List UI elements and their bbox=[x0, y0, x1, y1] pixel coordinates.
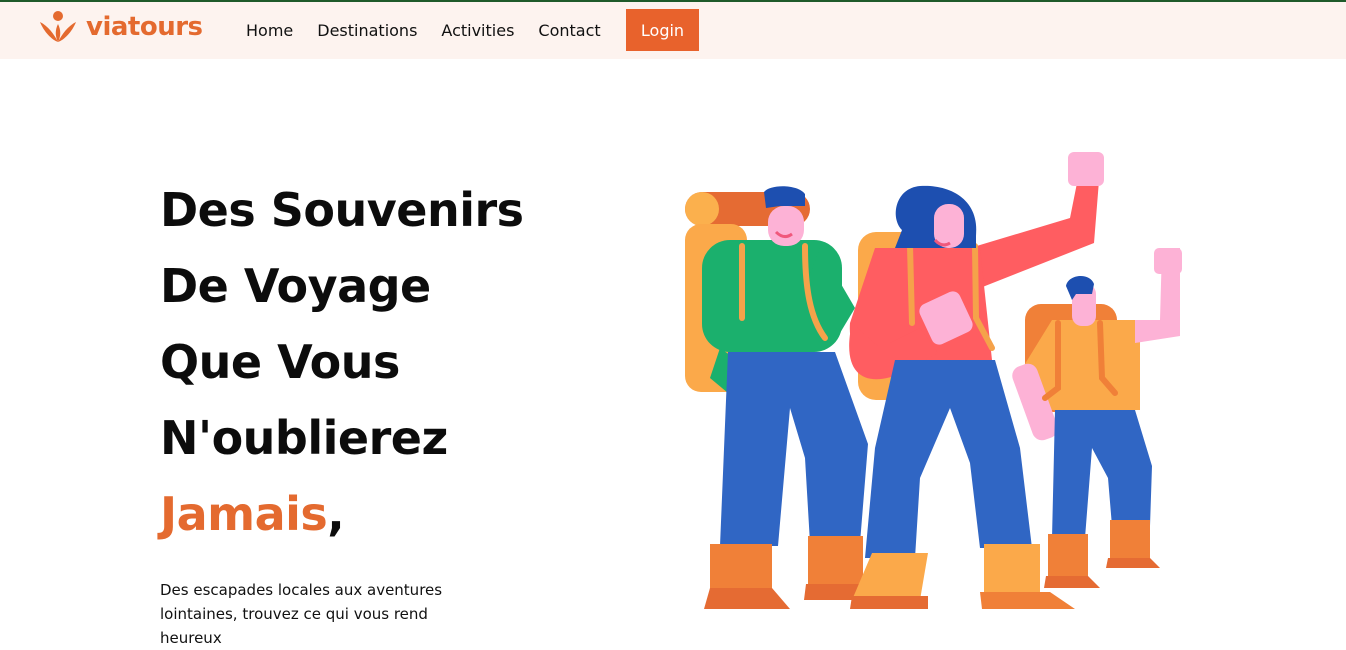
hero-title-line: N'oublierez bbox=[160, 411, 448, 465]
nav-activities[interactable]: Activities bbox=[441, 21, 514, 40]
login-button[interactable]: Login bbox=[626, 9, 699, 51]
hero-title-last-line: Jamais, bbox=[160, 476, 524, 552]
hero-title-line: Des Souvenirs bbox=[160, 183, 524, 237]
hero-title-line: De Voyage bbox=[160, 259, 431, 313]
main-nav: Home Destinations Activities Contact bbox=[246, 2, 625, 59]
hero-title: Des Souvenirs De Voyage Que Vous N'oubli… bbox=[160, 172, 524, 552]
nav-home[interactable]: Home bbox=[246, 21, 293, 40]
hero-title-accent: Jamais bbox=[160, 487, 328, 541]
site-header: viatours Home Destinations Activities Co… bbox=[0, 2, 1346, 59]
hikers-illustration bbox=[685, 152, 1182, 609]
hero-title-comma: , bbox=[327, 487, 345, 541]
nav-destinations[interactable]: Destinations bbox=[317, 21, 417, 40]
logo-icon bbox=[40, 11, 76, 42]
hero-title-line: Que Vous bbox=[160, 335, 400, 389]
hero-description: Des escapades locales aux aventures loin… bbox=[160, 581, 443, 647]
brand-logo[interactable]: viatours bbox=[38, 10, 203, 44]
nav-contact[interactable]: Contact bbox=[538, 21, 600, 40]
brand-name: viatours bbox=[86, 12, 203, 42]
